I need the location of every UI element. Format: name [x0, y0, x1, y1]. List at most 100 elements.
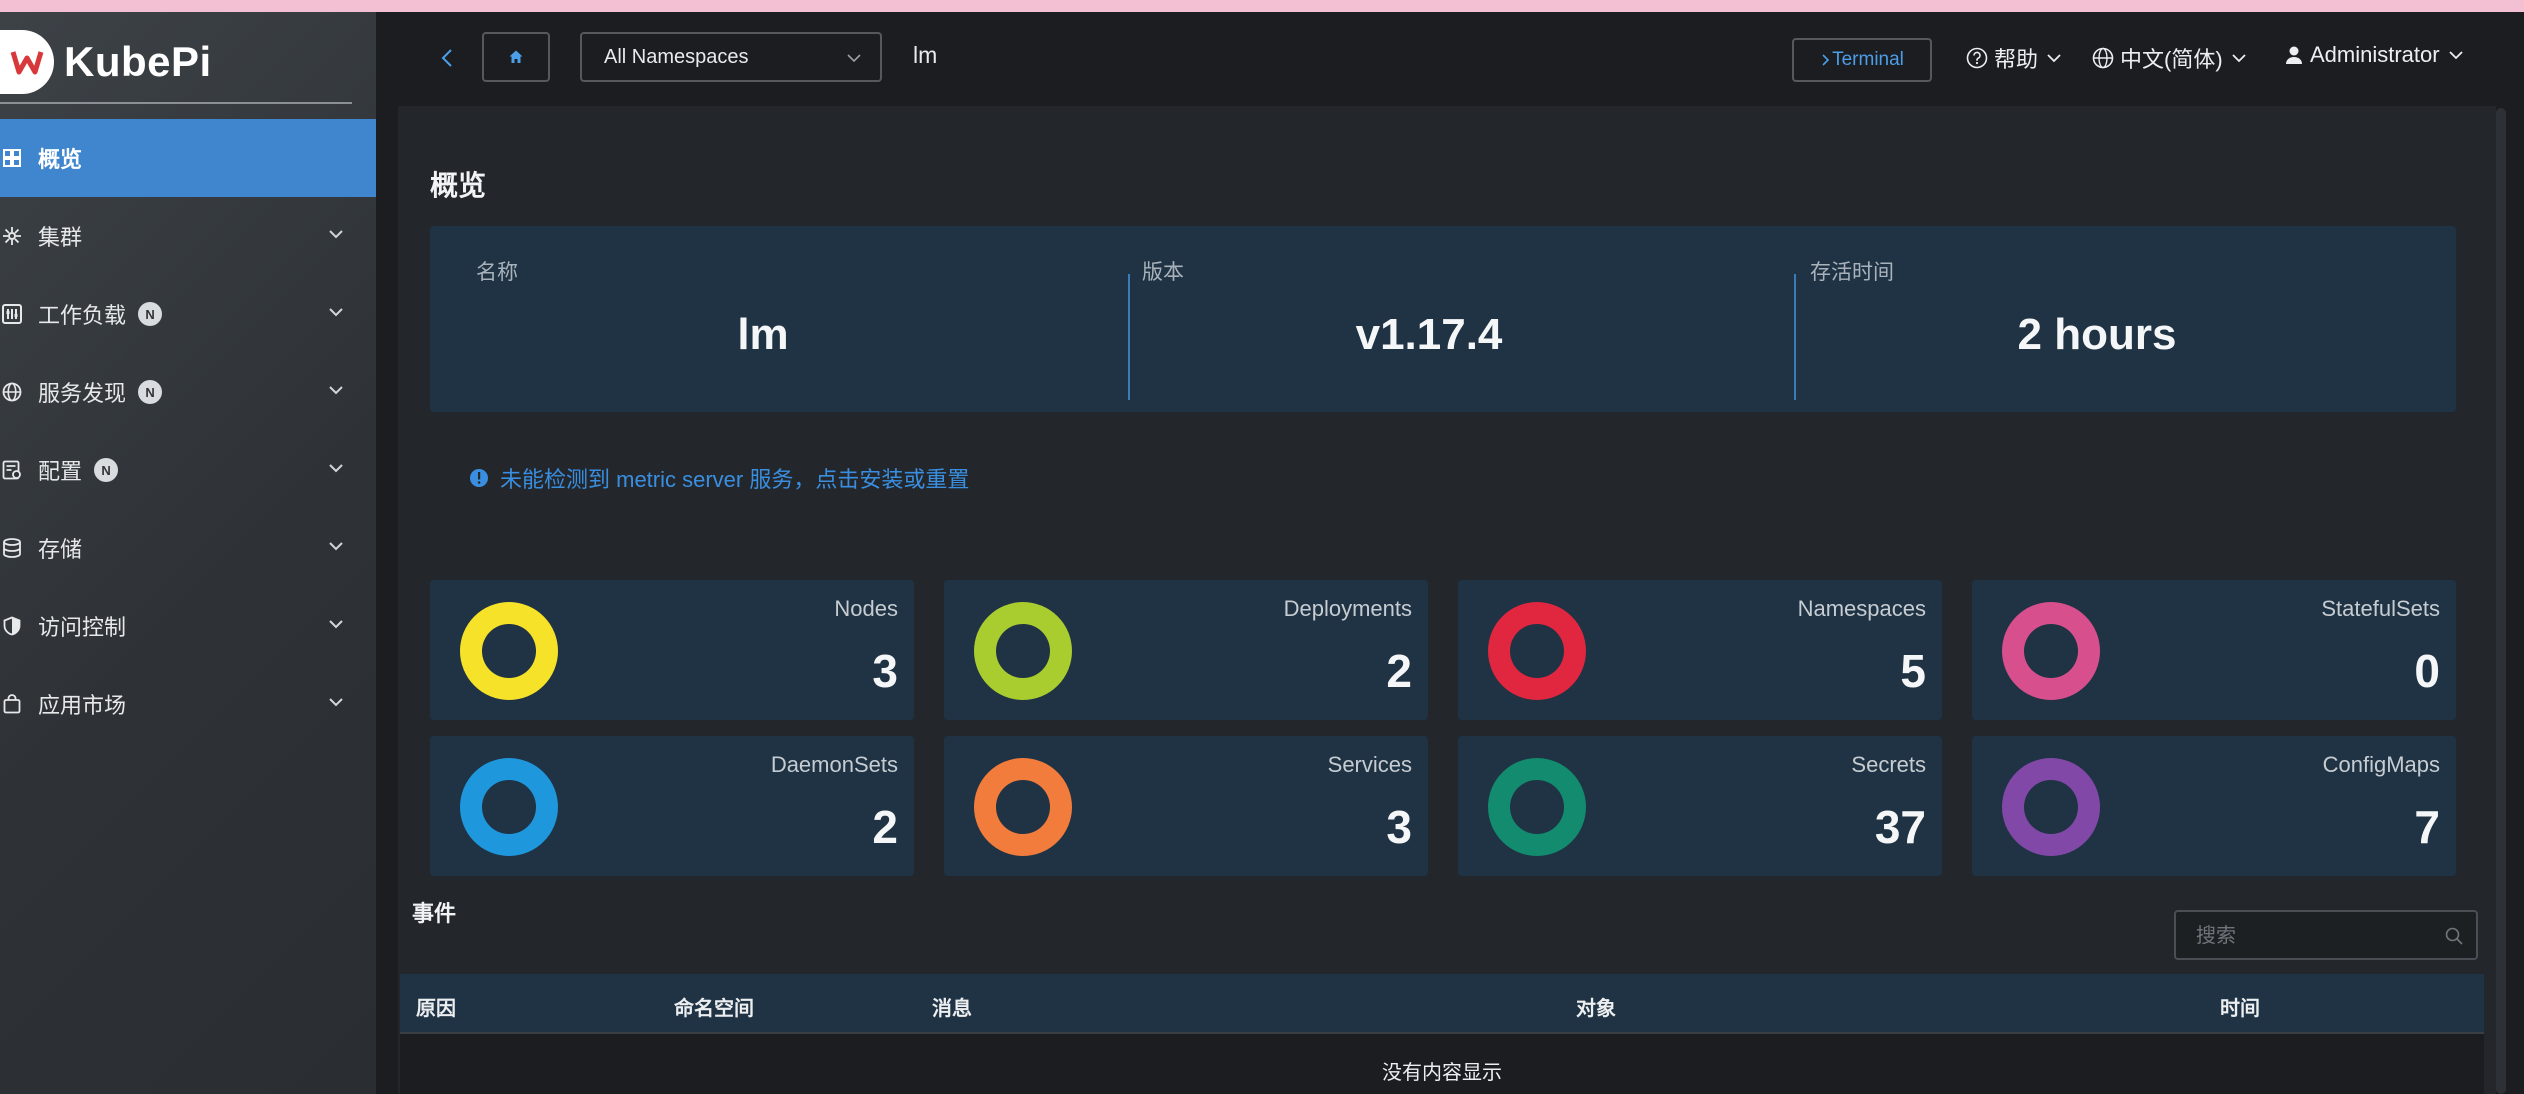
help-menu-label: 帮助 [1994, 47, 2039, 72]
stat-count: 37 [1874, 801, 1926, 853]
terminal-button[interactable]: Terminal [1792, 38, 1932, 82]
sidebar-item-label: 服务发现 [38, 381, 127, 406]
sidebar-item-workload[interactable]: 工作负载 N [0, 275, 376, 353]
sidebar-item-label: 存储 [38, 537, 83, 562]
chevron-down-icon [847, 54, 861, 63]
stat-card-statefulsets[interactable]: StatefulSets 0 [1972, 580, 2456, 720]
info-circle-icon [470, 469, 488, 487]
main-area: All Namespaces lm Terminal 帮助 中文(简体) Adm… [376, 12, 2524, 1094]
language-menu[interactable]: 中文(简体) [2092, 42, 2249, 74]
chevron-down-icon [2448, 51, 2463, 60]
cluster-uptime-value: 2 hours [2017, 310, 2177, 359]
stat-count: 2 [872, 801, 898, 853]
stat-name: Secrets [1851, 752, 1926, 777]
chevron-down-icon [329, 620, 343, 629]
brand-logo[interactable]: KubePi [0, 26, 212, 98]
sidebar-item-config[interactable]: 配置 N [0, 431, 376, 509]
sidebar-item-overview[interactable]: 概览 [0, 119, 376, 197]
column-header-reason[interactable]: 原因 [416, 992, 456, 1021]
namespace-select[interactable]: All Namespaces [580, 32, 882, 82]
cluster-version-label: 版本 [1142, 261, 1184, 284]
help-menu[interactable]: 帮助 [1966, 42, 2064, 74]
donut-icon [974, 758, 1072, 856]
chevron-down-icon [2232, 54, 2246, 63]
stat-card-deployments[interactable]: Deployments 2 [944, 580, 1428, 720]
empty-state-text: 没有内容显示 [1382, 1062, 1502, 1084]
stat-card-namespaces[interactable]: Namespaces 5 [1458, 580, 1942, 720]
stat-card-nodes[interactable]: Nodes 3 [430, 580, 914, 720]
sidebar-item-label: 集群 [38, 225, 83, 250]
cluster-icon [0, 224, 24, 248]
stat-count: 5 [1900, 645, 1926, 697]
donut-icon [2002, 758, 2100, 856]
stat-count: 3 [872, 645, 898, 697]
stat-name: Namespaces [1797, 596, 1926, 621]
chevron-down-icon [329, 464, 343, 473]
donut-icon [1488, 602, 1586, 700]
stat-card-configmaps[interactable]: ConfigMaps 7 [1972, 736, 2456, 876]
sidebar-item-access-control[interactable]: 访问控制 [0, 587, 376, 665]
search-icon[interactable] [2444, 926, 2464, 946]
donut-icon [2002, 602, 2100, 700]
donut-icon [1488, 758, 1586, 856]
stat-count: 2 [1386, 645, 1412, 697]
sidebar-menu: 概览 集群 工作负载 N 服务发现 N 配置 N 存储 访问控制 应用市场 [0, 119, 376, 743]
stat-name: Nodes [834, 596, 898, 621]
events-title: 事件 [412, 901, 457, 926]
cluster-info-card: 名称 lm 版本 v1.17.4 存活时间 2 hours [430, 226, 2456, 412]
top-bar: All Namespaces lm Terminal 帮助 中文(简体) Adm… [376, 12, 2524, 106]
home-button[interactable] [482, 32, 550, 82]
cluster-uptime-block: 存活时间 2 hours [1764, 226, 2430, 412]
sidebar-item-storage[interactable]: 存储 [0, 509, 376, 587]
events-search-input[interactable] [2196, 922, 2436, 950]
stat-count: 7 [2414, 801, 2440, 853]
stat-count: 3 [1386, 801, 1412, 853]
stat-card-daemonsets[interactable]: DaemonSets 2 [430, 736, 914, 876]
metric-server-alert[interactable]: 未能检测到 metric server 服务，点击安装或重置 [430, 436, 2456, 520]
page-title: 概览 [430, 170, 487, 201]
events-table-header: 原因 命名空间 消息 对象 时间 [400, 974, 2484, 1034]
database-icon [0, 536, 24, 560]
donut-icon [974, 602, 1072, 700]
donut-icon [460, 602, 558, 700]
window-top-strip [0, 0, 2524, 12]
current-cluster-name: lm [913, 42, 938, 68]
namespaced-badge: N [138, 380, 163, 404]
stat-name: Deployments [1283, 596, 1412, 621]
terminal-button-label: Terminal [1832, 49, 1904, 70]
globe-icon [0, 380, 24, 404]
back-arrow-icon[interactable] [436, 46, 460, 70]
column-header-time[interactable]: 时间 [2220, 992, 2260, 1021]
workload-icon [0, 302, 24, 326]
user-menu-label: Administrator [2310, 42, 2440, 67]
stat-name: Services [1327, 752, 1412, 777]
dashboard-icon [0, 146, 24, 170]
chevron-down-icon [329, 230, 343, 239]
column-header-object[interactable]: 对象 [1576, 992, 1616, 1021]
column-header-message[interactable]: 消息 [932, 992, 972, 1021]
chevron-down-icon [2047, 54, 2061, 63]
stat-card-services[interactable]: Services 3 [944, 736, 1428, 876]
user-menu[interactable]: Administrator [2284, 42, 2466, 68]
chevron-down-icon [329, 386, 343, 395]
chevron-right-icon [1822, 54, 1830, 66]
brand-name: KubePi [64, 38, 212, 85]
sidebar-item-cluster[interactable]: 集群 [0, 197, 376, 275]
sidebar-item-label: 工作负载 [38, 303, 127, 328]
sidebar-item-app-market[interactable]: 应用市场 [0, 665, 376, 743]
kubepi-logo-icon [0, 30, 54, 94]
user-icon [2286, 46, 2302, 64]
cluster-version-block: 版本 v1.17.4 [1096, 226, 1762, 412]
events-table-body: 没有内容显示 [400, 1034, 2484, 1094]
donut-icon [460, 758, 558, 856]
column-header-namespace[interactable]: 命名空间 [674, 992, 754, 1021]
globe-icon [2092, 47, 2114, 69]
cluster-name-label: 名称 [476, 261, 518, 284]
sidebar-item-service-discovery[interactable]: 服务发现 N [0, 353, 376, 431]
stat-name: ConfigMaps [2322, 752, 2440, 777]
language-menu-label: 中文(简体) [2120, 47, 2223, 72]
content-scrollbar[interactable] [2496, 108, 2506, 1094]
stat-card-secrets[interactable]: Secrets 37 [1458, 736, 1942, 876]
help-circle-icon [1966, 47, 1988, 69]
bag-icon [0, 692, 24, 716]
